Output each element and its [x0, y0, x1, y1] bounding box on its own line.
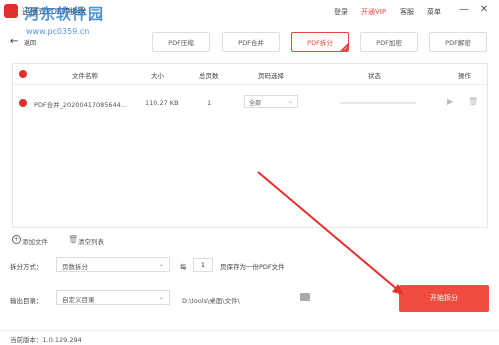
- version-text: 当前版本：1.0.129.294: [10, 336, 82, 344]
- annotation-arrow: [257, 171, 404, 295]
- footer-divider: [0, 330, 499, 331]
